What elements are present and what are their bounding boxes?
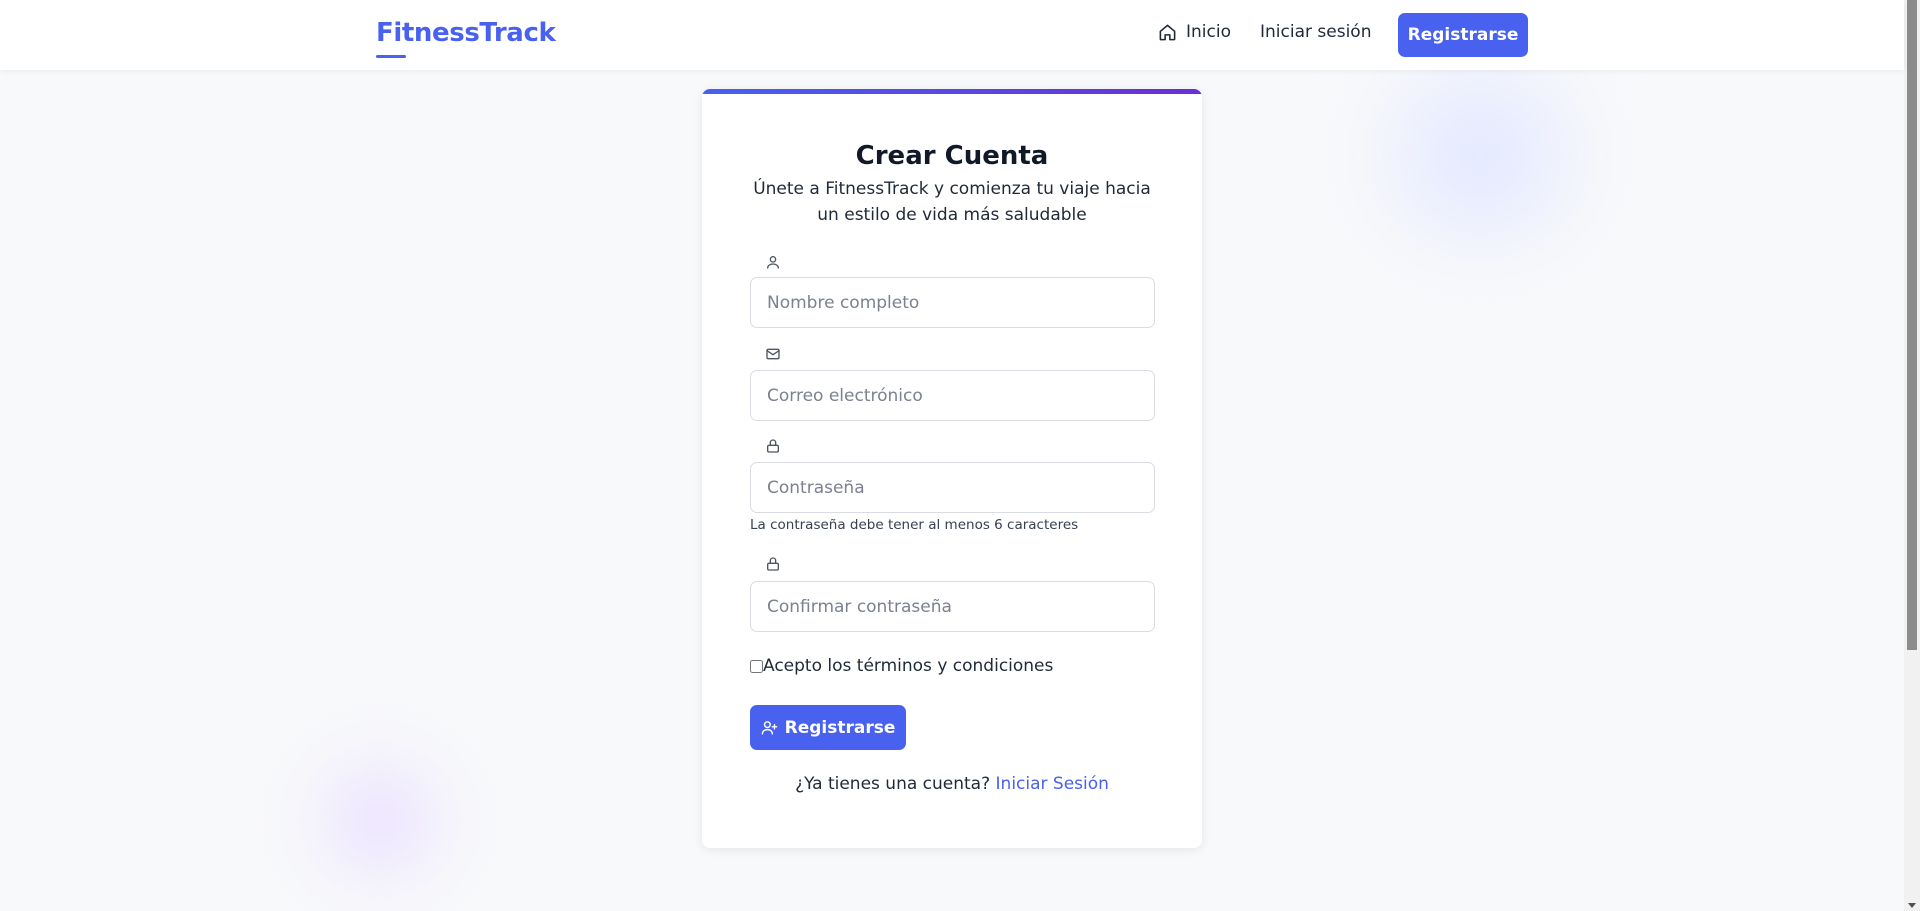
brand-logo[interactable]: FitnessTrack [376, 18, 556, 48]
login-link[interactable]: Iniciar Sesión [996, 774, 1109, 794]
brand-underline [376, 55, 406, 58]
nav-login-link[interactable]: Iniciar sesión [1260, 22, 1371, 42]
password-field[interactable] [750, 462, 1155, 513]
user-plus-icon [761, 721, 777, 735]
lock-icon [767, 557, 779, 571]
page-subtitle: Únete a FitnessTrack y comienza tu viaje… [753, 179, 1151, 225]
confirm-password-field[interactable] [750, 581, 1155, 632]
login-prompt-text: ¿Ya tienes una cuenta? [795, 774, 991, 794]
page: FitnessTrack Inicio Iniciar sesión Regis… [0, 0, 1920, 911]
scrollbar-thumb[interactable] [1907, 0, 1917, 650]
home-icon [1159, 24, 1176, 40]
register-card: Crear Cuenta Únete a FitnessTrack y comi… [702, 89, 1202, 848]
terms-row[interactable]: Acepto los términos y condiciones [750, 656, 1053, 676]
register-submit-button[interactable]: Registrarse [750, 705, 906, 750]
user-icon [767, 255, 779, 269]
register-submit-label: Registrarse [784, 717, 896, 738]
nav-register-button[interactable]: Registrarse [1398, 13, 1528, 57]
nav-home-link[interactable]: Inicio [1158, 22, 1231, 42]
login-prompt-row: ¿Ya tienes una cuenta? Iniciar Sesión [702, 774, 1202, 794]
decorative-blob-blue [1345, 50, 1615, 260]
terms-checkbox[interactable] [750, 659, 763, 673]
scrollbar[interactable] [1904, 0, 1920, 911]
lock-icon [767, 439, 779, 453]
navbar: FitnessTrack Inicio Iniciar sesión Regis… [0, 0, 1904, 70]
nav-home-label: Inicio [1186, 22, 1231, 42]
terms-label: Acepto los términos y condiciones [763, 656, 1054, 676]
name-field[interactable] [750, 277, 1155, 328]
password-hint: La contraseña debe tener al menos 6 cara… [750, 517, 1079, 533]
nav-login-label: Iniciar sesión [1260, 22, 1372, 42]
mail-icon [766, 348, 780, 360]
email-field[interactable] [750, 370, 1155, 421]
scroll-down-icon[interactable] [1908, 903, 1916, 908]
card-accent-bar [702, 89, 1202, 94]
page-title: Crear Cuenta [855, 141, 1049, 171]
decorative-blob-purple [290, 740, 470, 900]
